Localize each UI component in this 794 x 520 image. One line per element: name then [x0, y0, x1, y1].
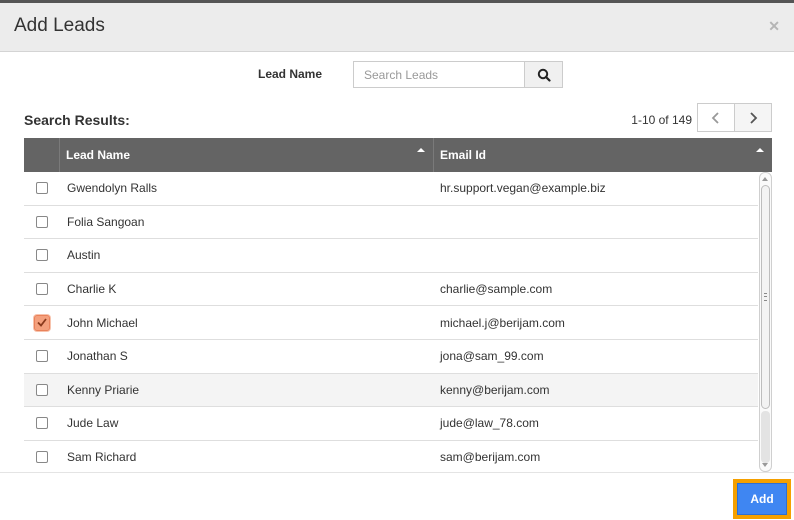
search-results-heading: Search Results:	[24, 112, 130, 128]
add-button[interactable]: Add	[737, 483, 787, 515]
row-checkbox[interactable]	[36, 417, 48, 430]
row-select-cell	[24, 451, 60, 464]
email-cell: hr.support.vegan@example.biz	[440, 181, 606, 196]
row-select-cell	[24, 182, 60, 195]
pagination-info: 1-10 of 149	[631, 113, 692, 127]
checkmark-icon	[37, 318, 47, 328]
chevron-left-icon	[711, 111, 719, 124]
dialog-header: Add Leads ✕	[0, 3, 794, 52]
row-select-cell	[24, 249, 60, 262]
vertical-scrollbar[interactable]	[759, 172, 772, 472]
lead-name-cell: Folia Sangoan	[67, 214, 145, 229]
table-row[interactable]: Charlie K charlie@sample.com	[24, 273, 758, 307]
lead-name-cell: Sam Richard	[67, 450, 137, 465]
table-row[interactable]: Austin	[24, 239, 758, 273]
search-row: Lead Name	[0, 61, 794, 89]
column-header-email-id[interactable]: Email Id	[434, 138, 772, 172]
search-icon	[537, 68, 551, 82]
table-header: Lead Name Email Id	[24, 138, 772, 172]
lead-name-cell: Austin	[67, 248, 101, 263]
table-row[interactable]: Jonathan S jona@sam_99.com	[24, 340, 758, 374]
table-row[interactable]: Kenny Priarie kenny@berijam.com	[24, 373, 758, 408]
table-row[interactable]: Sam Richard sam@berijam.com	[24, 441, 758, 472]
email-cell: jude@law_78.com	[440, 416, 539, 431]
chevron-right-icon	[750, 111, 758, 124]
table-row[interactable]: Jude Law jude@law_78.com	[24, 407, 758, 441]
row-checkbox[interactable]	[36, 451, 48, 464]
lead-name-cell: Charlie K	[67, 282, 117, 297]
sort-asc-icon[interactable]	[417, 148, 425, 152]
search-button[interactable]	[524, 61, 563, 88]
scroll-up-arrow-icon[interactable]	[762, 177, 768, 181]
lead-name-cell: John Michael	[67, 315, 138, 330]
email-cell: sam@berijam.com	[440, 450, 541, 465]
scroll-down-arrow-icon[interactable]	[762, 463, 768, 467]
row-checkbox[interactable]	[36, 383, 48, 396]
column-header-label: Lead Name	[66, 148, 131, 162]
dialog-title: Add Leads	[14, 15, 105, 36]
row-select-cell	[24, 215, 60, 228]
row-checkbox[interactable]	[36, 283, 48, 296]
table-row[interactable]: Folia Sangoan	[24, 206, 758, 240]
row-checkbox[interactable]	[36, 215, 48, 228]
table-row[interactable]: Gwendolyn Ralls hr.support.vegan@example.…	[24, 172, 758, 206]
row-select-cell	[24, 383, 60, 396]
lead-name-cell: Jonathan S	[67, 349, 128, 364]
lead-name-cell: Jude Law	[67, 416, 119, 431]
footer-divider	[0, 472, 794, 473]
column-header-label: Email Id	[440, 148, 487, 162]
table-body: Gwendolyn Ralls hr.support.vegan@example.…	[24, 172, 772, 472]
row-select-cell	[24, 283, 60, 296]
row-select-cell	[24, 350, 60, 363]
leads-table: Lead Name Email Id Gwendolyn Ralls hr.sup…	[24, 138, 772, 472]
row-checkbox[interactable]	[36, 182, 48, 195]
select-column-header	[24, 138, 60, 172]
sort-asc-icon[interactable]	[756, 148, 764, 152]
scrollbar-thumb[interactable]	[761, 185, 770, 409]
email-cell: charlie@sample.com	[440, 282, 553, 297]
lead-name-cell: Kenny Priarie	[67, 382, 140, 397]
row-checkbox[interactable]	[36, 350, 48, 363]
email-cell: jona@sam_99.com	[440, 349, 544, 364]
table-row[interactable]: John Michael michael.j@berijam.com	[24, 306, 758, 340]
scrollbar-track[interactable]	[761, 411, 770, 463]
row-select-cell	[24, 417, 60, 430]
row-checkbox[interactable]	[36, 249, 48, 262]
previous-page-button[interactable]	[697, 103, 735, 132]
grip-icon	[764, 293, 767, 301]
email-cell: kenny@berijam.com	[440, 382, 550, 397]
column-header-lead-name[interactable]: Lead Name	[60, 138, 434, 172]
add-button-focus-ring: Add	[733, 479, 791, 519]
close-icon[interactable]: ✕	[768, 18, 780, 35]
row-checkbox-checked[interactable]	[34, 314, 50, 331]
lead-name-label: Lead Name	[258, 67, 323, 81]
search-leads-input[interactable]	[353, 61, 525, 88]
row-select-cell	[24, 314, 60, 331]
lead-name-cell: Gwendolyn Ralls	[67, 181, 158, 196]
email-cell: michael.j@berijam.com	[440, 315, 565, 330]
next-page-button[interactable]	[734, 103, 772, 132]
